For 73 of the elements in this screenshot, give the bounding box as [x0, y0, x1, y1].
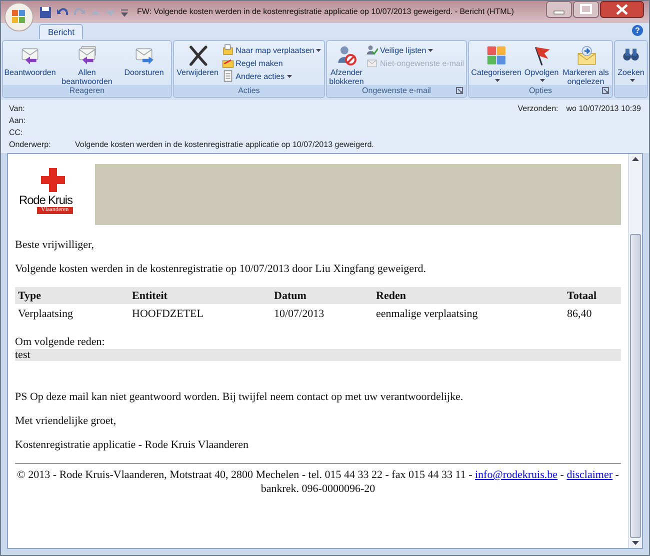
field-label: CC:: [9, 127, 24, 139]
ribbon-button[interactable]: Opvolgen: [522, 42, 560, 85]
group-label: Ongewenste e-mail: [362, 86, 431, 96]
ribbon-button[interactable]: Doorsturen: [118, 42, 170, 85]
ribbon-button[interactable]: Veilige lijsten: [366, 44, 464, 56]
ribbon-button[interactable]: Regel maken: [222, 57, 322, 69]
disclaimer-link[interactable]: disclaimer: [566, 469, 613, 481]
column-header: Reden: [373, 287, 564, 304]
caret-icon: [286, 74, 292, 78]
column-header: Type: [15, 287, 129, 304]
window-title: FW: Volgende kosten werden in de kostenregistratie applicatie op 10/07/2013 geweigerd. - Bericht (HTML): [136, 6, 515, 16]
ribbon-button[interactable]: Naar map verplaatsen: [222, 44, 322, 56]
column-header: Datum: [271, 287, 373, 304]
ribbon-button[interactable]: Beantwoorden: [4, 42, 56, 85]
safe-lists-icon: [366, 44, 378, 56]
cross-icon: [41, 168, 65, 192]
close-button[interactable]: [600, 1, 644, 18]
group-label: Opties: [528, 86, 552, 96]
save-icon[interactable]: [39, 6, 52, 18]
ribbon-button[interactable]: Zoeken: [616, 42, 646, 85]
signature-text: Kostenregistratie applicatie - Rode Kruis Vlaanderen: [15, 439, 250, 451]
envelope-icon: [366, 57, 378, 69]
table-cell: 86,40: [564, 304, 621, 324]
logo-name: Rode Kruis: [19, 193, 72, 207]
ribbon-tab[interactable]: Bericht: [39, 24, 84, 39]
ribbon-button[interactable]: Verwijderen: [176, 42, 220, 85]
reply-all-icon: [76, 44, 98, 66]
intro-text: Volgende kosten werden in de kostenregistratie op 10/07/2013 door Liu Xingfang geweigerd.: [15, 263, 427, 275]
reason-text: test: [15, 349, 621, 361]
column-header: Entiteit: [129, 287, 271, 304]
column-header: Totaal: [564, 287, 621, 304]
delete-icon: [186, 44, 209, 66]
maximize-button[interactable]: [573, 1, 599, 18]
scroll-down-icon: [632, 541, 639, 545]
document-icon: [222, 70, 234, 82]
field-value: Volgende kosten werden in de kostenregistratie applicatie op 10/07/2013 geweigerd.: [75, 139, 374, 151]
group-label: Reageren: [69, 86, 105, 96]
field-label: Van:: [9, 103, 26, 115]
ribbon-button[interactable]: Categoriseren: [470, 42, 523, 85]
dialog-launcher-icon[interactable]: [602, 87, 609, 94]
table-cell: HOOFDZETEL: [129, 304, 271, 324]
closing-text: Met vriendelijke groet,: [15, 415, 118, 427]
ps-text: PS Op deze mail kan niet geantwoord worden. Bij twijfel neem contact op met uw verantwoordelijke.: [15, 391, 464, 403]
reason-label: Om volgende reden:: [15, 336, 106, 349]
field-value: wo 10/07/2013 10:39: [566, 103, 641, 115]
field-label: Verzonden:: [518, 103, 558, 115]
block-sender-icon: [335, 44, 358, 66]
scrollbar-thumb[interactable]: [630, 234, 641, 538]
dialog-launcher-icon[interactable]: [456, 87, 463, 94]
help-button[interactable]: ?: [632, 25, 643, 36]
ribbon-button[interactable]: Markeren als ongelezen: [560, 42, 611, 85]
ribbon-button[interactable]: Allen beantwoorden: [56, 42, 118, 85]
field-label: Aan:: [9, 115, 26, 127]
scroll-up-icon: [632, 157, 639, 161]
greeting-text: Beste vrijwilliger,: [15, 239, 95, 251]
table-cell: 10/07/2013: [271, 304, 373, 324]
footer-text: © 2013 - Rode Kruis-Vlaanderen, Motstraat 40, 2800 Mechelen - tel. 015 44 33 22 - fax 015 44 33 11 - info@rodekruis.be - disclaimer - bankrek. 096-0000096-20: [15, 463, 621, 496]
minimize-button[interactable]: [546, 1, 572, 18]
ribbon-button[interactable]: Afzender blokkeren: [328, 42, 365, 85]
table-cell: Verplaatsing: [15, 304, 129, 324]
table-cell: eenmalige verplaatsing: [373, 304, 564, 324]
caret-icon: [494, 79, 500, 82]
caret-icon: [316, 48, 322, 52]
field-label: Onderwerp:: [9, 139, 52, 151]
scrollbar[interactable]: [628, 154, 642, 548]
group-label: Acties: [238, 86, 260, 96]
caret-icon: [428, 48, 434, 52]
ribbon-button[interactable]: Andere acties: [222, 70, 322, 82]
categories-icon: [485, 44, 508, 66]
email-link[interactable]: info@rodekruis.be: [474, 469, 558, 481]
caret-icon: [630, 79, 634, 82]
caret-icon: [540, 79, 546, 82]
move-to-folder-icon: [222, 44, 234, 56]
